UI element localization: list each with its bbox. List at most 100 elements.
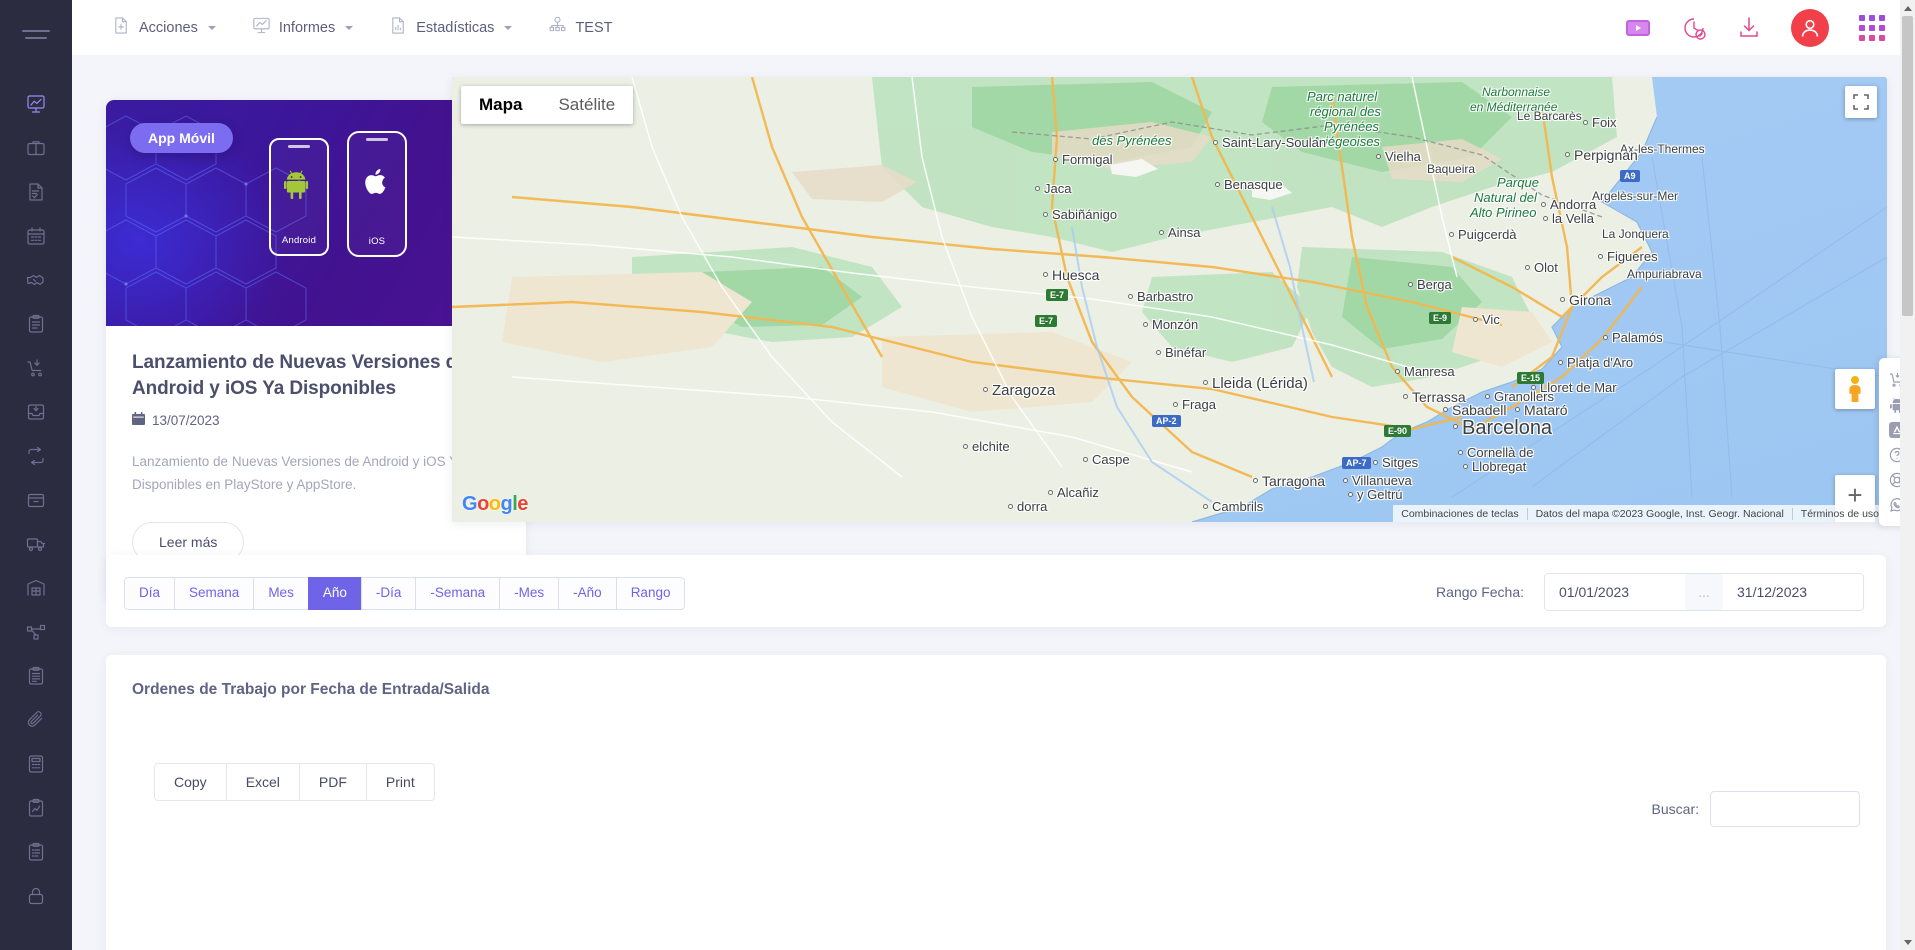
topnav-item-estadsticas[interactable]: Estadísticas [371, 0, 530, 55]
topnav-item-acciones[interactable]: Acciones [94, 0, 234, 55]
menu-toggle-button[interactable] [0, 0, 72, 68]
video-play-icon[interactable] [1625, 19, 1651, 37]
chart-board-icon [26, 94, 46, 114]
sidebar-item-returns[interactable] [0, 434, 72, 478]
date-range-separator: ... [1685, 574, 1723, 610]
calendar-icon [132, 412, 145, 428]
phone-os-label: Android [282, 235, 316, 246]
top-right-actions [1625, 0, 1885, 55]
map-attribution: Combinaciones de teclas Datos del mapa ©… [1393, 505, 1887, 522]
phone-os-label: iOS [369, 236, 385, 247]
cart-download-icon [26, 358, 46, 378]
download-icon[interactable] [1737, 15, 1761, 41]
map-widget[interactable]: Parc naturelrégional desPyrénéesAriégeoi… [452, 77, 1887, 522]
sidebar-item-calendar[interactable] [0, 214, 72, 258]
period-button-rango[interactable]: Rango [616, 577, 686, 610]
topnav-item-label: TEST [575, 20, 612, 36]
sidebar-item-reports[interactable] [0, 786, 72, 830]
warehouse-icon [26, 578, 46, 598]
export-button-group: CopyExcelPDFPrint [154, 763, 435, 801]
period-button--semana[interactable]: -Semana [415, 577, 499, 610]
user-avatar[interactable] [1791, 9, 1829, 47]
refresh-arrows-icon [26, 446, 46, 466]
clipboard-lines-icon [26, 666, 46, 686]
chevron-down-icon[interactable] [504, 26, 512, 30]
date-from-input[interactable] [1545, 574, 1685, 610]
map-type-mapa[interactable]: Mapa [461, 86, 540, 124]
android-icon [284, 140, 314, 229]
google-watermark: Google [462, 493, 528, 516]
sidebar-nav-list [0, 82, 72, 918]
topnav-item-informes[interactable]: Informes [234, 0, 371, 55]
date-range-label: Rango Fecha: [1436, 584, 1524, 600]
clipboard-chart-icon [26, 798, 46, 818]
page-scrollbar[interactable] [1900, 0, 1915, 950]
sidebar-item-briefcase[interactable] [0, 126, 72, 170]
chevron-down-icon[interactable] [208, 26, 216, 30]
map-canvas[interactable]: Parc naturelrégional desPyrénéesAriégeoi… [452, 77, 1887, 522]
handshake-icon [26, 270, 46, 290]
export-print-button[interactable]: Print [366, 763, 435, 801]
briefcase-icon [26, 138, 46, 158]
chart-presentation-icon [252, 16, 271, 39]
sidebar-item-shipping[interactable] [0, 522, 72, 566]
calendar-icon [26, 226, 46, 246]
sidebar-item-checklist[interactable] [0, 830, 72, 874]
sidebar-item-calculator[interactable] [0, 742, 72, 786]
sidebar-item-archive[interactable] [0, 478, 72, 522]
promo-title: Lanzamiento de Nuevas Versiones de Andro… [132, 350, 500, 401]
period-button--mes[interactable]: -Mes [499, 577, 558, 610]
truck-icon [26, 534, 46, 554]
sidebar-item-inbound[interactable] [0, 346, 72, 390]
topnav-item-label: Acciones [139, 20, 198, 36]
topnav-item-test[interactable]: TEST [530, 0, 630, 55]
date-to-input[interactable] [1723, 574, 1863, 610]
clock-check-icon[interactable] [1681, 15, 1707, 41]
org-chart-icon [548, 16, 567, 39]
scroll-up-button[interactable] [1900, 0, 1915, 16]
period-button-año[interactable]: Año [308, 577, 361, 610]
period-button--día[interactable]: -Día [361, 577, 416, 610]
map-type-satelite[interactable]: Satélite [540, 86, 633, 124]
apple-icon [363, 133, 391, 230]
sidebar-item-security[interactable] [0, 874, 72, 918]
sidebar-item-deals[interactable] [0, 258, 72, 302]
ios-phone-mockup: iOS [347, 131, 407, 257]
sidebar-item-inbox[interactable] [0, 390, 72, 434]
keyboard-shortcuts-link[interactable]: Combinaciones de teclas [1393, 508, 1526, 520]
hamburger-line [22, 30, 50, 32]
sidebar-item-workflow[interactable] [0, 610, 72, 654]
period-button--año[interactable]: -Año [558, 577, 616, 610]
period-button-mes[interactable]: Mes [253, 577, 308, 610]
chevron-down-icon[interactable] [345, 26, 353, 30]
left-sidebar [0, 0, 72, 950]
scroll-down-button[interactable] [1900, 934, 1915, 950]
sidebar-item-attachments[interactable] [0, 698, 72, 742]
sidebar-item-notes[interactable] [0, 654, 72, 698]
node-share-icon [26, 622, 46, 642]
period-button-día[interactable]: Día [124, 577, 174, 610]
sidebar-item-documents[interactable] [0, 170, 72, 214]
app-grid-icon[interactable] [1859, 15, 1885, 41]
sidebar-item-warehouse[interactable] [0, 566, 72, 610]
topnav-item-label: Informes [279, 20, 335, 36]
phone-mockups: Android iOS [269, 138, 407, 257]
map-type-control[interactable]: Mapa Satélite [461, 86, 633, 124]
fullscreen-icon[interactable] [1845, 86, 1877, 118]
street-view-pegman-icon[interactable] [1835, 369, 1875, 409]
document-check-icon [26, 182, 46, 202]
export-copy-button[interactable]: Copy [154, 763, 226, 801]
phone-speaker [366, 138, 388, 141]
period-button-semana[interactable]: Semana [174, 577, 253, 610]
inbox-tray-icon [26, 402, 46, 422]
export-pdf-button[interactable]: PDF [299, 763, 366, 801]
sidebar-item-dashboard[interactable] [0, 82, 72, 126]
date-range-control: Rango Fecha: ... [1436, 573, 1864, 611]
sidebar-item-tasks[interactable] [0, 302, 72, 346]
search-input[interactable] [1710, 791, 1860, 827]
map-data-text: Datos del mapa ©2023 Google, Inst. Geogr… [1527, 508, 1792, 520]
scrollbar-thumb[interactable] [1902, 16, 1913, 316]
export-excel-button[interactable]: Excel [226, 763, 299, 801]
promo-date-text: 13/07/2023 [152, 413, 220, 428]
terms-of-use-link[interactable]: Términos de uso [1792, 508, 1887, 520]
